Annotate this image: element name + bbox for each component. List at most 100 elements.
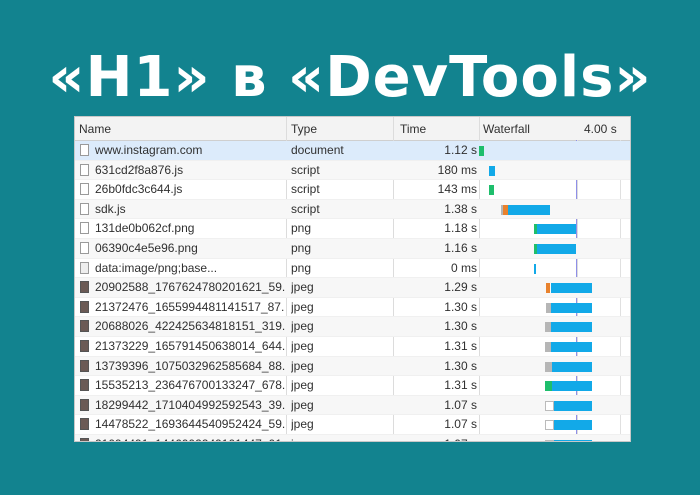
request-type: jpeg xyxy=(291,299,314,314)
request-type: script xyxy=(291,182,320,197)
waterfall-bar xyxy=(545,440,554,441)
request-row[interactable]: 18299442_1710404992592543_39... jpeg 1.07 … xyxy=(75,395,630,416)
request-name: 26b0fdc3c644.js xyxy=(95,182,183,197)
table-header: Name Type Time Waterfall 4.00 s xyxy=(75,117,630,141)
request-name: data:image/png;base... xyxy=(95,260,218,275)
request-time: 1.29 s xyxy=(444,280,477,295)
request-row[interactable]: 20688026_422425634818151_319... jpeg 1.30 … xyxy=(75,317,630,337)
request-time: 1.07 s xyxy=(444,397,477,412)
request-name: 21094491_1446002249101447_01... xyxy=(95,435,285,441)
request-row[interactable]: 06390c4e5e96.png png 1.16 s xyxy=(75,239,630,259)
image-thumb-icon xyxy=(80,300,89,313)
request-row[interactable]: 14478522_1693644540952424_59... jpeg 1.07 … xyxy=(75,415,630,435)
request-name: 21372476_1655994481141517_87... xyxy=(95,299,285,314)
waterfall-bar xyxy=(537,244,576,254)
column-header-time[interactable]: Time xyxy=(400,122,426,136)
data-icon xyxy=(80,261,89,274)
waterfall-bar xyxy=(551,322,592,333)
image-thumb-icon xyxy=(80,418,89,431)
request-type: jpeg xyxy=(291,435,391,441)
request-name: 20688026_422425634818151_319... xyxy=(95,319,285,334)
request-time: 1.07 s xyxy=(444,417,477,432)
request-row[interactable]: 15535213_236476700133247_678... jpeg 1.31 … xyxy=(75,376,630,396)
request-type: document xyxy=(291,143,344,157)
request-row[interactable]: data:image/png;base... png 0 ms xyxy=(75,259,630,279)
waterfall-bar xyxy=(534,263,536,274)
image-thumb-icon xyxy=(80,438,89,441)
request-name: sdk.js xyxy=(95,201,126,216)
request-type: png xyxy=(291,260,312,275)
waterfall-bar xyxy=(489,185,494,196)
request-type: script xyxy=(291,162,320,177)
file-icon xyxy=(80,222,89,235)
waterfall-bar xyxy=(545,420,554,431)
column-header-name[interactable]: Name xyxy=(79,122,111,136)
request-name: 13739396_1075032962585684_88... xyxy=(95,358,285,373)
waterfall-bar xyxy=(554,400,592,411)
request-row[interactable]: sdk.js script 1.38 s xyxy=(75,199,630,220)
document-icon xyxy=(80,144,89,156)
page-title: «H1» в «DevTools» xyxy=(48,45,652,110)
waterfall-bar xyxy=(545,381,552,392)
request-type: jpeg xyxy=(291,378,314,393)
waterfall-bar xyxy=(545,400,554,411)
request-time: 1.30 s xyxy=(444,319,477,334)
file-icon xyxy=(80,202,89,215)
request-type: jpeg xyxy=(291,417,314,432)
request-name: www.instagram.com xyxy=(95,143,203,157)
waterfall-bar xyxy=(551,342,592,352)
request-time: 1.30 s xyxy=(444,358,477,373)
waterfall-bar xyxy=(552,381,592,392)
image-thumb-icon xyxy=(80,320,89,333)
request-time: 0 ms xyxy=(450,260,477,275)
request-type: jpeg xyxy=(291,358,314,373)
request-name: 15535213_236476700133247_678... xyxy=(95,378,285,393)
request-time: 1.07 s xyxy=(397,435,477,441)
waterfall-bar xyxy=(489,165,495,176)
request-name: 21373229_1657914506380​14_644... xyxy=(95,339,285,353)
request-type: jpeg xyxy=(291,280,314,295)
waterfall-bar xyxy=(508,204,550,215)
request-type: jpeg xyxy=(291,319,314,334)
request-name: 14478522_1693644540952424_59... xyxy=(95,417,285,432)
image-thumb-icon xyxy=(80,340,89,352)
image-thumb-icon xyxy=(80,281,89,294)
column-header-type[interactable]: Type xyxy=(291,122,317,136)
request-time: 1.18 s xyxy=(444,221,477,236)
waterfall-bar xyxy=(554,420,592,431)
waterfall-bar xyxy=(551,302,592,313)
request-type: png xyxy=(291,221,312,236)
request-row[interactable]: 21373229_1657914506380​14_644... jpeg 1.31… xyxy=(75,337,630,357)
waterfall-scale-label: 4.00 s xyxy=(584,122,617,136)
file-icon xyxy=(80,242,89,254)
waterfall-bar xyxy=(554,440,592,441)
column-header-waterfall[interactable]: Waterfall xyxy=(483,122,530,136)
request-row[interactable]: 26b0fdc3c644.js script 143 ms xyxy=(75,180,630,200)
request-row[interactable]: www.instagram.com document 1.12 s xyxy=(75,141,630,161)
request-row[interactable]: 21094491_1446002249101447_01... jpeg 1.07 … xyxy=(75,435,630,441)
request-type: jpeg xyxy=(291,339,314,353)
request-row[interactable]: 631cd2f8a876.js script 180 ms xyxy=(75,160,630,181)
request-time: 180 ms xyxy=(437,162,477,177)
waterfall-bar xyxy=(545,361,552,372)
request-row[interactable]: 13739396_1075032962585684_88... jpeg 1.30 … xyxy=(75,356,630,377)
request-time: 1.30 s xyxy=(444,299,477,314)
request-row[interactable]: 20902588_1767624780201621_59... jpeg 1.29 … xyxy=(75,278,630,298)
request-row[interactable]: 21372476_1655994481141517_87... jpeg 1.30 … xyxy=(75,298,630,318)
request-row[interactable]: 131de0b062cf.png png 1.18 s xyxy=(75,219,630,239)
network-panel: Name Type Time Waterfall 4.00 s www.inst… xyxy=(74,116,631,442)
waterfall-bar xyxy=(546,283,550,294)
waterfall-bar xyxy=(552,361,592,372)
waterfall-bar xyxy=(537,224,576,235)
image-thumb-icon xyxy=(80,379,89,392)
request-time: 1.16 s xyxy=(444,241,477,255)
request-time: 1.31 s xyxy=(444,339,477,353)
request-name: 18299442_1710404992592543_39... xyxy=(95,397,285,412)
request-type: script xyxy=(291,201,320,216)
request-time: 1.38 s xyxy=(444,201,477,216)
image-thumb-icon xyxy=(80,359,89,372)
request-name: 131de0b062cf.png xyxy=(95,221,195,236)
request-name: 06390c4e5e96.png xyxy=(95,241,198,255)
request-name: 20902588_1767624780201621_59... xyxy=(95,280,285,295)
waterfall-bar xyxy=(551,283,592,294)
